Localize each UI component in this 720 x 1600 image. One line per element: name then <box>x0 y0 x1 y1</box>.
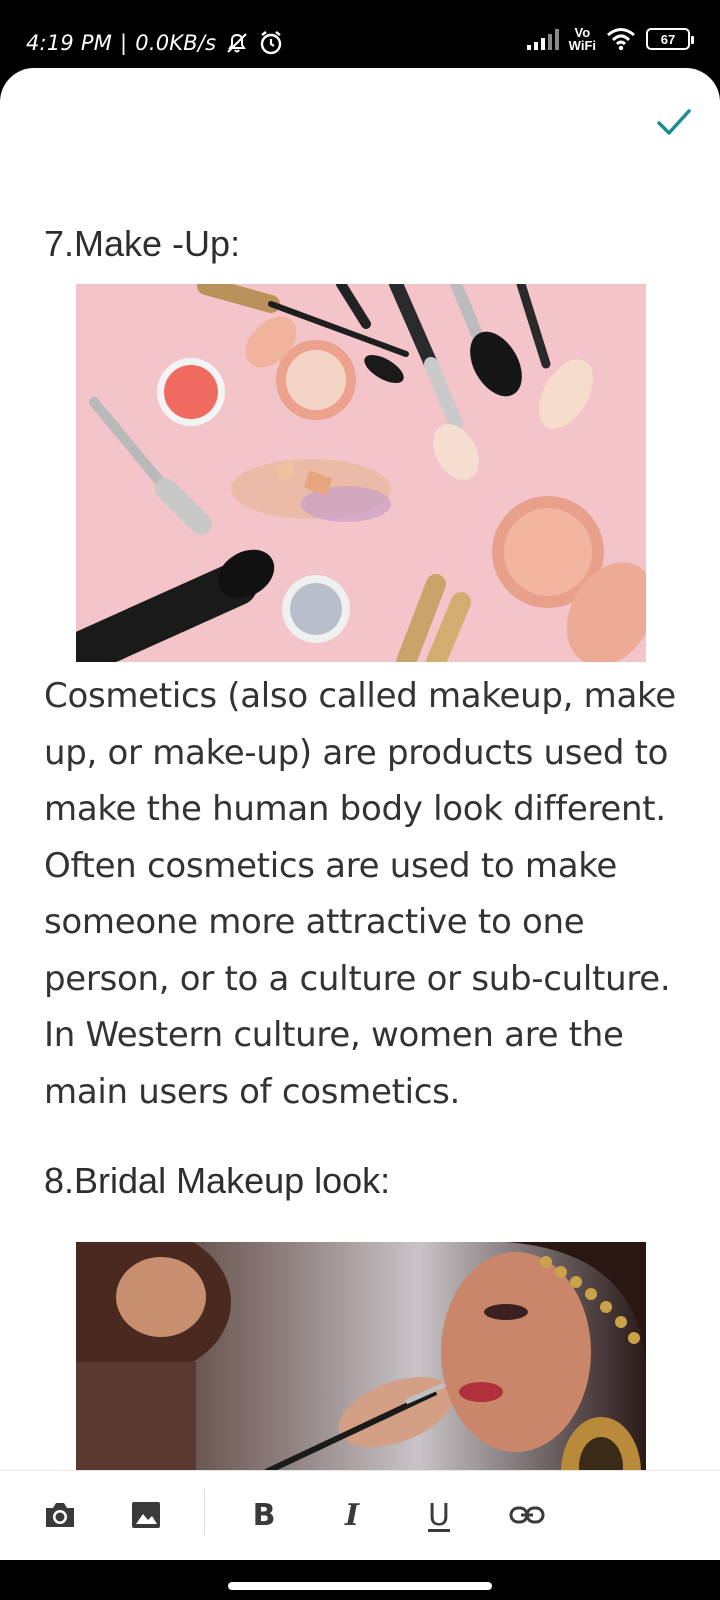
status-bar: 4:19 PM | 0.0KB/s Vo WiFi 67 <box>0 0 720 70</box>
navigation-bar <box>0 1560 720 1600</box>
status-time: 4:19 PM <box>26 31 113 55</box>
mute-bell-icon <box>227 33 248 53</box>
battery-icon: 67 <box>646 28 694 50</box>
checkmark-icon <box>657 109 691 135</box>
wifi-icon <box>607 28 635 51</box>
bold-button[interactable]: B <box>242 1493 286 1537</box>
link-icon <box>509 1506 545 1524</box>
toolbar-divider <box>204 1489 205 1535</box>
editor-sheet: 7.Make -Up: Cosmetics (also called makeu… <box>0 68 720 1600</box>
section-heading-makeup[interactable]: 7.Make -Up: <box>44 223 240 265</box>
image-icon <box>132 1502 160 1528</box>
makeup-image[interactable] <box>76 284 646 662</box>
vowifi-bottom: WiFi <box>568 38 596 53</box>
makeup-products-illustration <box>76 284 646 662</box>
underline-button[interactable]: U <box>417 1493 461 1537</box>
signal-icon <box>526 28 559 50</box>
battery-level: 67 <box>660 31 676 47</box>
section-paragraph-cosmetics[interactable]: Cosmetics (also called makeup, make up, … <box>44 668 684 1120</box>
alarm-icon <box>261 31 282 55</box>
status-right: Vo WiFi 67 <box>526 26 694 52</box>
done-button[interactable] <box>654 104 694 140</box>
vowifi-indicator: Vo WiFi <box>569 26 596 52</box>
camera-icon <box>46 1503 74 1527</box>
status-left: 4:19 PM | 0.0KB/s <box>26 30 284 56</box>
italic-button[interactable]: I <box>330 1493 374 1537</box>
home-indicator[interactable] <box>228 1582 492 1590</box>
insert-link-button[interactable] <box>505 1493 549 1537</box>
insert-image-button[interactable] <box>124 1493 168 1537</box>
camera-button[interactable] <box>38 1493 82 1537</box>
section-heading-bridal[interactable]: 8.Bridal Makeup look: <box>44 1160 390 1202</box>
formatting-toolbar: B I U <box>0 1470 720 1560</box>
status-net-speed: 0.0KB/s <box>135 31 217 55</box>
status-separator: | <box>120 31 128 55</box>
